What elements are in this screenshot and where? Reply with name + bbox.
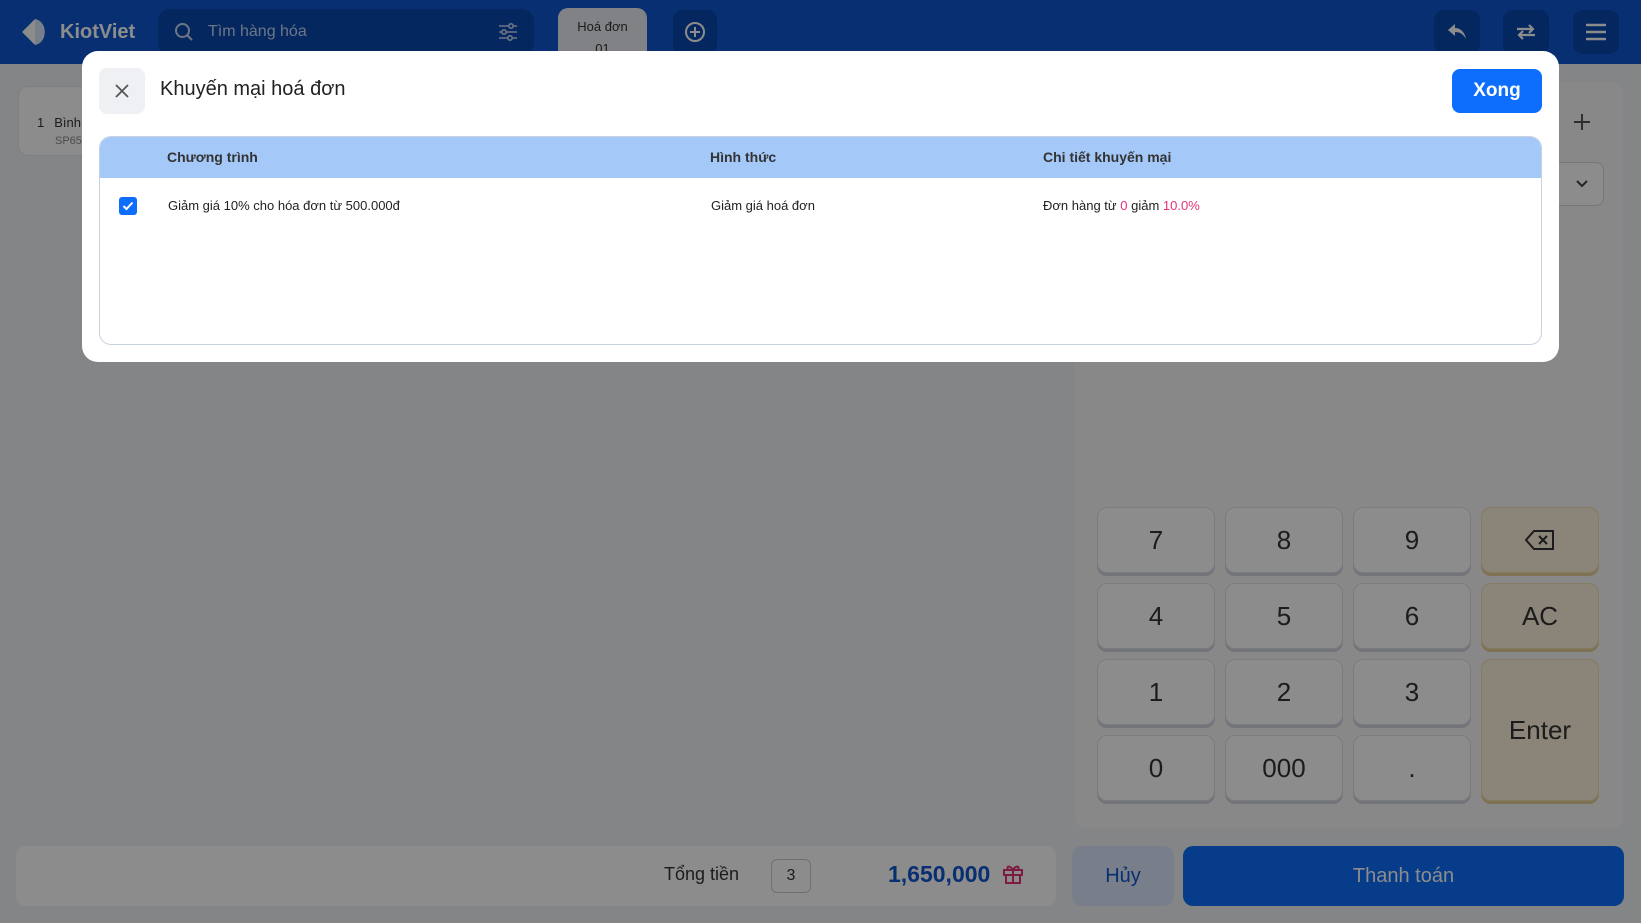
promotion-checkbox[interactable] — [119, 197, 137, 215]
done-button[interactable]: Xong — [1452, 69, 1542, 113]
promotion-program: Giảm giá 10% cho hóa đơn từ 500.000đ — [168, 198, 400, 213]
promotion-detail: Đơn hàng từ 0 giảm 10.0% — [1043, 178, 1200, 234]
detail-min-amount: 0 — [1120, 198, 1128, 213]
invoice-promotion-modal: Khuyến mại hoá đơn Xong Chương trình Hìn… — [82, 51, 1559, 362]
detail-mid: giảm — [1131, 198, 1160, 213]
table-header: Chương trình Hình thức Chi tiết khuyến m… — [100, 137, 1541, 178]
column-header-detail: Chi tiết khuyến mại — [1043, 149, 1172, 165]
check-icon — [122, 201, 134, 211]
table-row[interactable]: Giảm giá 10% cho hóa đơn từ 500.000đ Giả… — [100, 178, 1541, 234]
promotion-table: Chương trình Hình thức Chi tiết khuyến m… — [99, 136, 1542, 345]
close-button[interactable] — [99, 68, 145, 114]
close-icon — [114, 83, 130, 99]
detail-prefix: Đơn hàng từ — [1043, 198, 1117, 213]
column-header-program: Chương trình — [167, 149, 258, 165]
column-header-type: Hình thức — [710, 149, 777, 165]
modal-title: Khuyến mại hoá đơn — [160, 78, 346, 100]
detail-discount: 10.0% — [1162, 198, 1200, 213]
promotion-type: Giảm giá hoá đơn — [711, 198, 815, 213]
